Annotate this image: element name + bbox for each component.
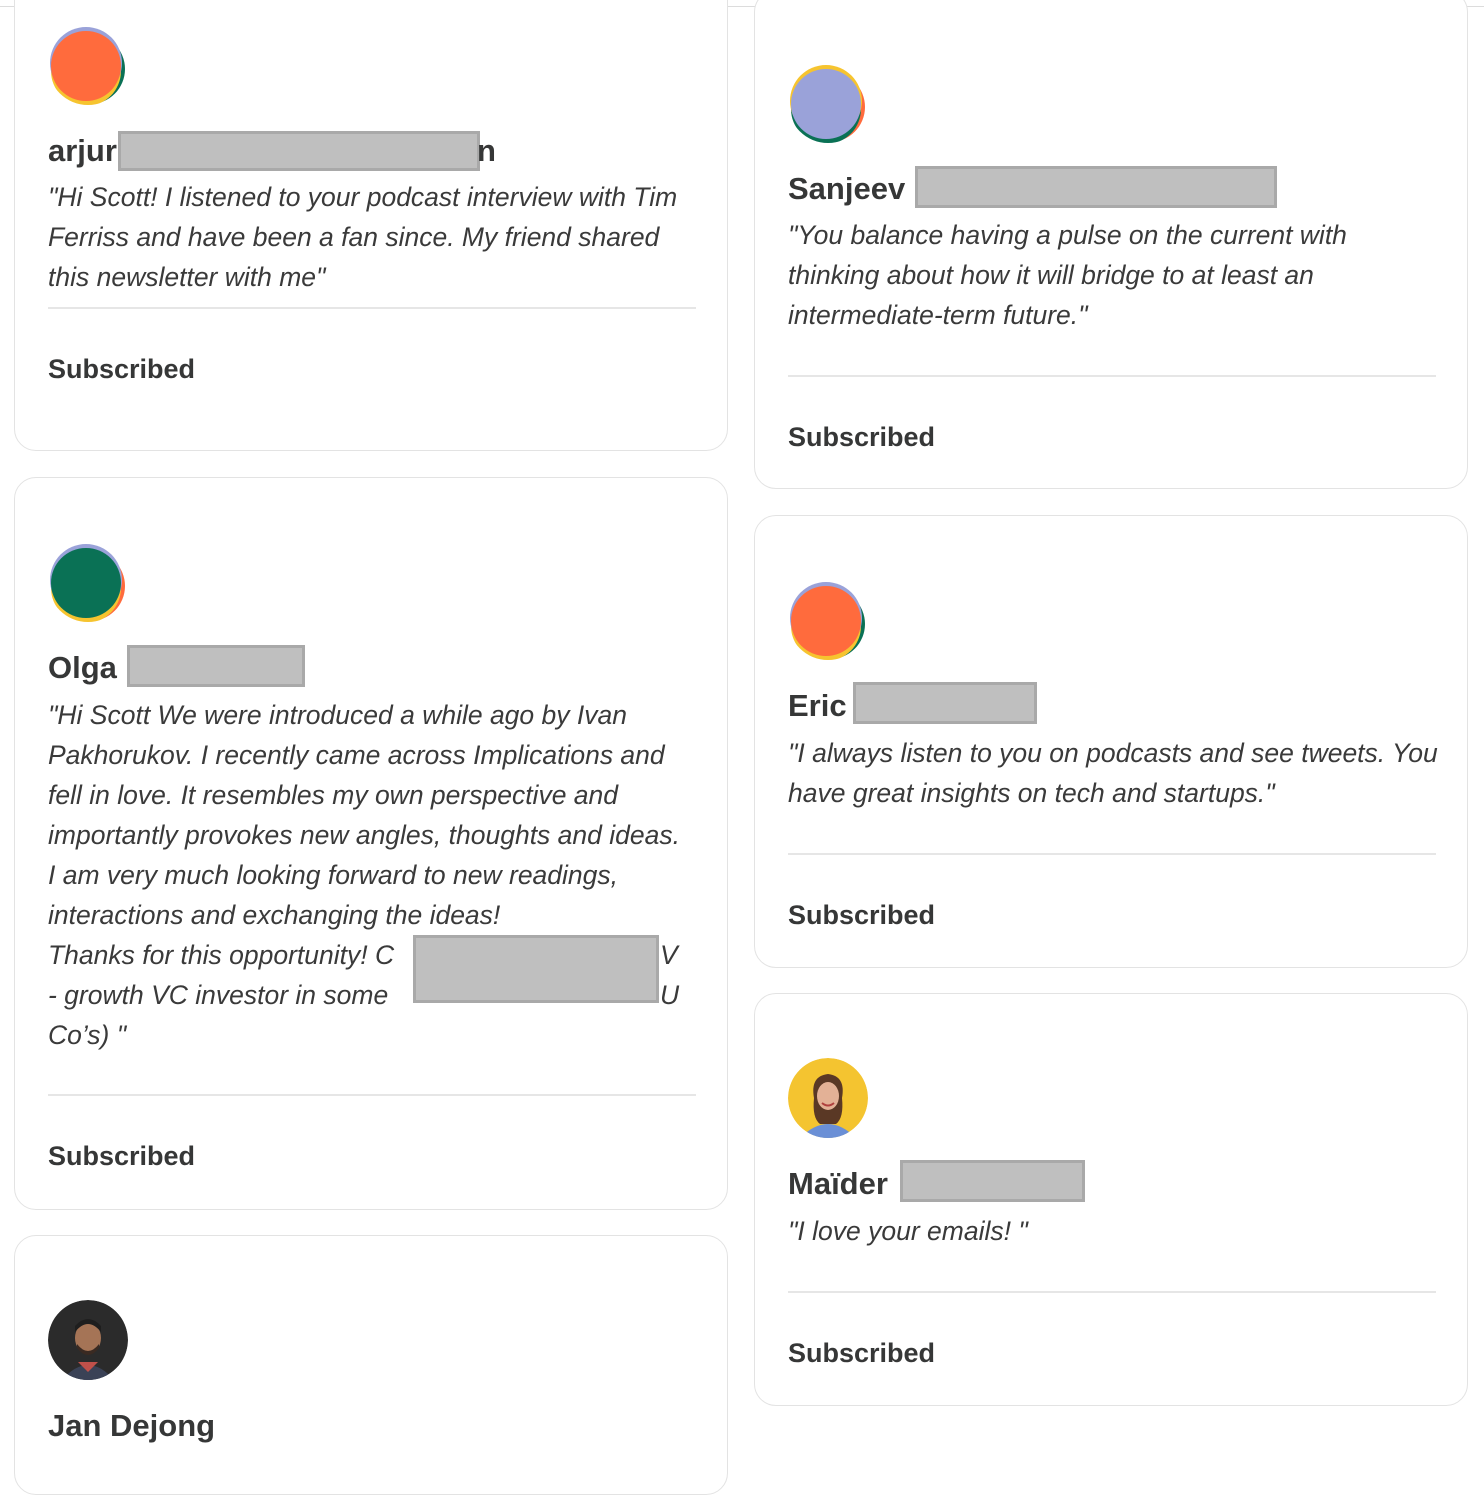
testimonial-card-olga: Olga "Hi Scott We were introduced a whil… [14,477,728,1210]
redacted-text [413,935,659,1003]
subscriber-name: Maïder [788,1166,888,1201]
subscriber-name: Jan Dejong [48,1408,216,1443]
subscription-status: Subscribed [788,422,936,452]
testimonial-quote-line: Co’s) " [48,1020,127,1050]
abstract-avatar-icon [790,582,865,660]
card-divider [48,307,696,309]
abstract-avatar-icon [790,65,865,143]
redacted-name [118,131,480,171]
abstract-avatar-icon [50,544,125,622]
redacted-name [915,166,1277,208]
card-divider [788,1291,1436,1293]
testimonial-card-maider: Maïder "I love your emails! " Subscribed [754,993,1468,1406]
testimonial-card-arjun: arjur n "Hi Scott! I listened to your po… [14,0,728,451]
testimonial-quote: "I always listen to you on podcasts and … [788,738,1438,808]
redacted-name [853,682,1037,724]
testimonial-card-jan: Jan Dejong [14,1235,728,1495]
card-divider [48,1094,696,1096]
redacted-name [900,1160,1085,1202]
testimonial-quote: "Hi Scott We were introduced a while ago… [48,700,680,930]
abstract-avatar-icon [50,27,125,105]
subscription-status: Subscribed [788,900,936,930]
testimonial-quote-fragment: U [660,980,680,1010]
subscription-status: Subscribed [48,354,196,384]
subscription-status: Subscribed [788,1338,936,1368]
testimonial-card-eric: Eric "I always listen to you on podcasts… [754,515,1468,968]
card-divider [788,853,1436,855]
subscriber-name: Sanjeev [788,171,906,206]
card-divider [788,375,1436,377]
testimonial-quote-fragment: V [660,940,678,970]
redacted-name [127,645,305,687]
subscription-status: Subscribed [48,1141,196,1171]
testimonial-quote: "I love your emails! " [788,1216,1028,1246]
profile-photo-avatar [48,1300,128,1380]
testimonial-quote: "You balance having a pulse on the curre… [788,220,1347,330]
profile-photo-avatar [788,1058,868,1138]
subscriber-name: Eric [788,688,847,723]
subscriber-name: arjur [48,133,117,168]
testimonial-card-sanjeev: Sanjeev "You balance having a pulse on t… [754,0,1468,489]
testimonial-quote: "Hi Scott! I listened to your podcast in… [48,182,678,292]
subscriber-name-tail: n [477,133,496,168]
subscriber-name: Olga [48,650,117,685]
